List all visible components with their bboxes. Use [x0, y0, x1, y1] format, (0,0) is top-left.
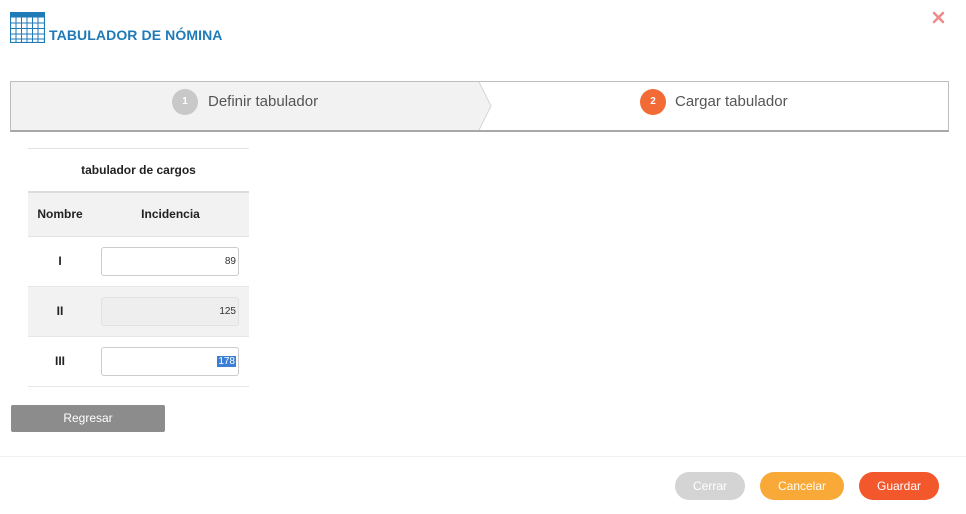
dialog-title: TABULADOR DE NÓMINA — [49, 27, 223, 43]
step-divider-chevron-icon — [478, 82, 492, 130]
tabulator-table: tabulador de cargos Nombre Incidencia I … — [28, 148, 249, 387]
incidence-input[interactable]: 89 — [101, 247, 239, 276]
table-caption: tabulador de cargos — [28, 148, 249, 193]
step-number-badge: 2 — [640, 89, 666, 115]
step-number-badge: 1 — [172, 89, 198, 115]
row-name: III — [54, 354, 65, 368]
table-header-row: Nombre Incidencia — [28, 193, 249, 237]
row-name: I — [58, 254, 62, 268]
table-row: III 178 — [28, 337, 249, 387]
footer-divider — [0, 456, 966, 457]
column-header-name: Nombre — [37, 207, 83, 221]
close-x-icon[interactable] — [931, 10, 946, 25]
close-button[interactable]: Cerrar — [675, 472, 745, 500]
step-label: Cargar tabulador — [675, 93, 788, 110]
incidence-input-readonly: 125 — [101, 297, 239, 326]
row-name: II — [56, 304, 64, 318]
wizard-steps: 1 Definir tabulador 2 Cargar tabulador — [10, 81, 949, 132]
selected-text: 178 — [217, 356, 236, 367]
back-button[interactable]: Regresar — [11, 405, 165, 432]
save-button[interactable]: Guardar — [859, 472, 939, 500]
wizard-step-1[interactable]: 1 Definir tabulador — [11, 82, 479, 130]
table-row: I 89 — [28, 237, 249, 287]
incidence-input[interactable]: 178 — [101, 347, 239, 376]
column-header-incidence: Incidencia — [141, 207, 200, 221]
step-label: Definir tabulador — [208, 93, 319, 110]
cancel-button[interactable]: Cancelar — [760, 472, 844, 500]
grid-table-icon — [10, 12, 45, 43]
table-row: II 125 — [28, 287, 249, 337]
wizard-step-2[interactable]: 2 Cargar tabulador — [495, 82, 948, 130]
